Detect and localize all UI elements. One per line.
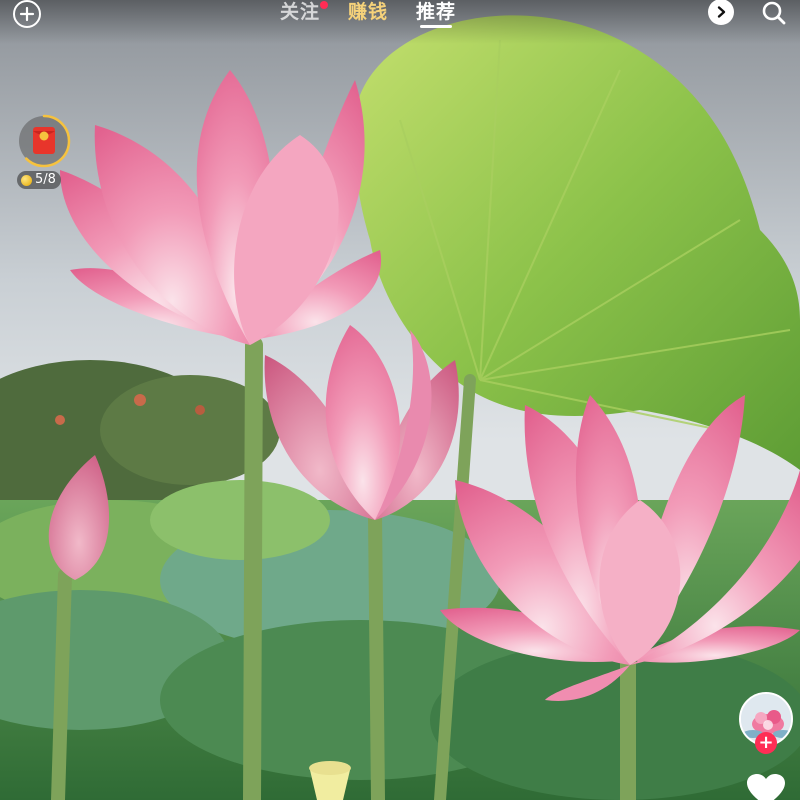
tab-follow-label: 关注: [280, 0, 321, 23]
search-button[interactable]: [758, 0, 790, 29]
video-frame[interactable]: [0, 0, 800, 800]
envelope-progress: 5/8: [17, 171, 61, 189]
creator-profile[interactable]: +: [739, 692, 793, 756]
follow-button[interactable]: +: [755, 732, 777, 754]
feed-tabs: 关注 赚钱 推荐: [280, 0, 457, 28]
tab-follow[interactable]: 关注: [280, 0, 329, 24]
like-button[interactable]: [746, 774, 786, 800]
video-feed-screen: 关注 赚钱 推荐 5/8 +: [0, 0, 800, 800]
forward-button[interactable]: [708, 0, 734, 25]
add-circle-icon: [19, 6, 35, 22]
red-envelope-icon: [33, 127, 55, 154]
top-navigation-bar: 关注 赚钱 推荐: [0, 0, 800, 44]
active-tab-indicator: [420, 24, 453, 28]
envelope-progress-ring: [17, 114, 71, 168]
envelope-progress-text: 5/8: [35, 172, 56, 187]
tab-earn-label: 赚钱: [348, 0, 389, 23]
tab-recommend-label: 推荐: [416, 0, 457, 23]
heart-icon: [747, 774, 785, 800]
add-button[interactable]: [13, 0, 41, 28]
coin-icon: [21, 174, 32, 186]
search-icon: [762, 1, 786, 25]
tab-recommend[interactable]: 推荐: [416, 0, 457, 28]
play-forward-icon: [717, 6, 726, 18]
tab-earn[interactable]: 赚钱: [348, 0, 388, 24]
red-envelope-widget[interactable]: [17, 114, 71, 168]
notification-dot: [320, 0, 329, 9]
